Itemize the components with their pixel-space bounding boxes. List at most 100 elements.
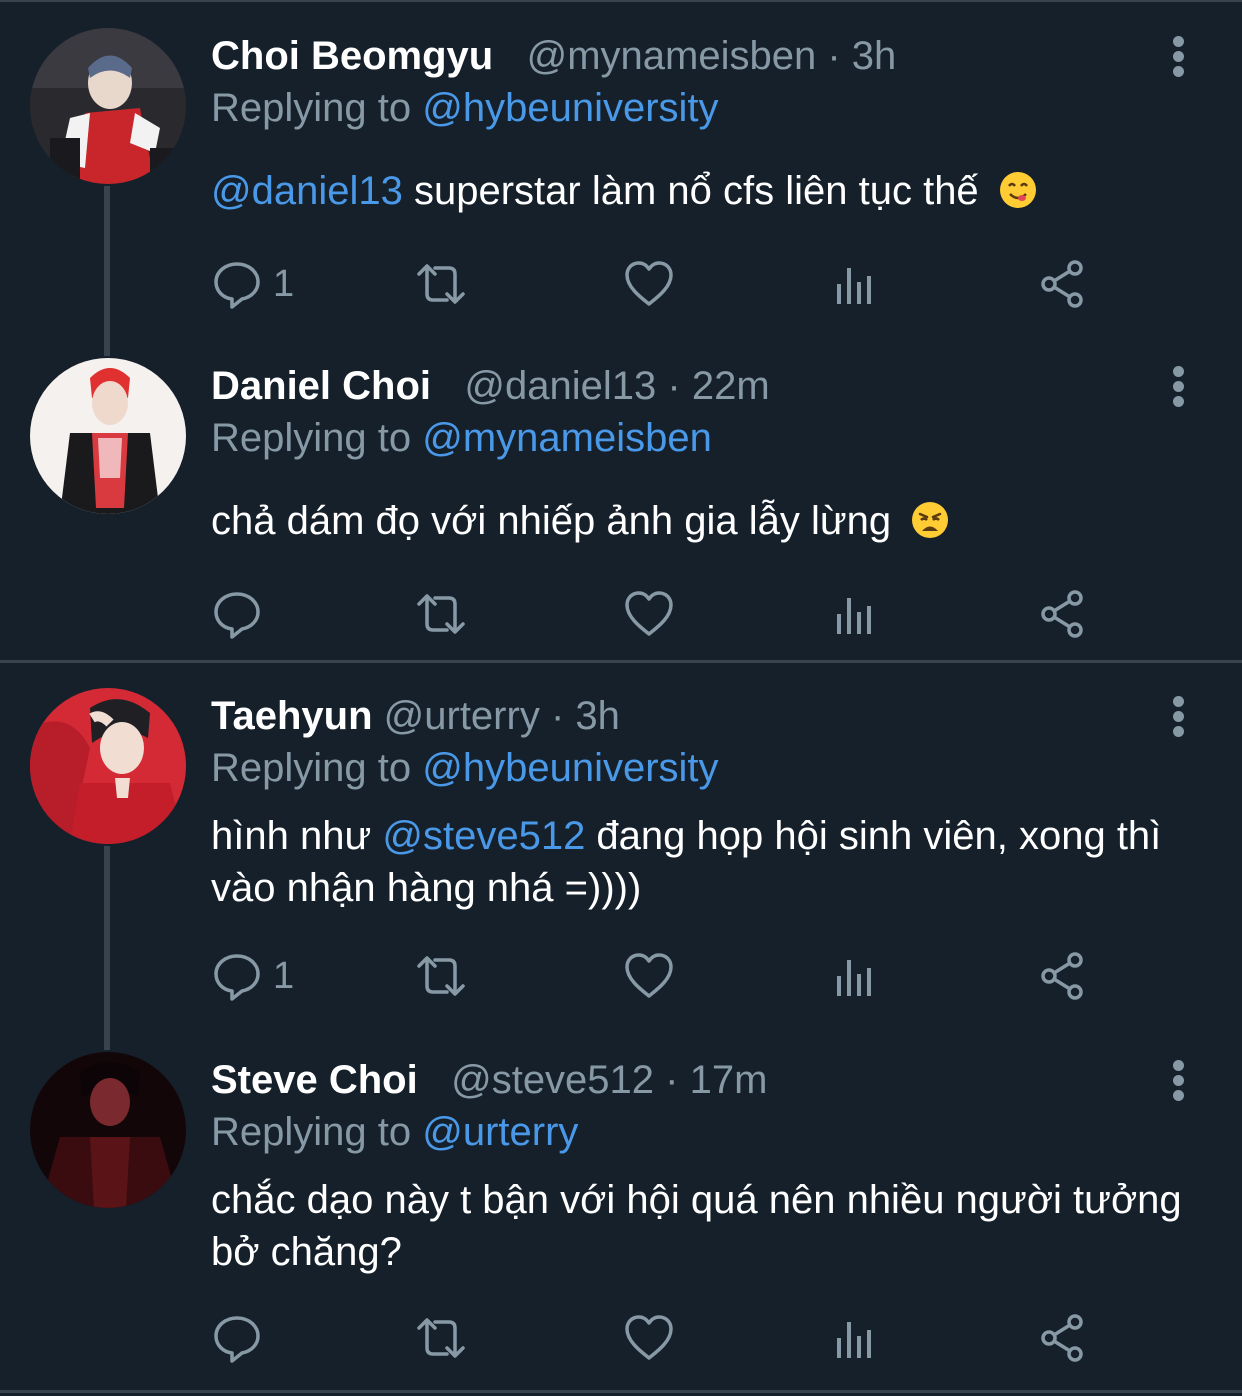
retweet-button[interactable] (415, 254, 467, 314)
like-button[interactable] (623, 946, 675, 1006)
reply-button[interactable]: 1 (211, 254, 294, 314)
tweet-text: hình như @steve512 đang họp hội sinh viê… (211, 810, 1211, 914)
replying-to: Replying to @urterry (211, 1106, 578, 1158)
tweet-header: Taehyun @urterry · 3h (211, 690, 620, 742)
more-icon[interactable] (1168, 696, 1190, 737)
display-name[interactable]: Daniel Choi (211, 364, 431, 408)
retweet-button[interactable] (415, 946, 467, 1006)
more-icon[interactable] (1168, 366, 1190, 407)
share-button[interactable] (1037, 584, 1089, 644)
replying-to: Replying to @hybeuniversity (211, 82, 719, 134)
retweet-button[interactable] (415, 1308, 467, 1368)
display-name[interactable]: Taehyun (211, 694, 373, 738)
tweet-text: @daniel13 superstar làm nổ cfs liên tục … (211, 165, 1211, 217)
like-icon (625, 261, 673, 306)
analytics-button[interactable] (831, 946, 883, 1006)
display-name[interactable]: Choi Beomgyu (211, 34, 493, 78)
replying-to: Replying to @hybeuniversity (211, 742, 719, 794)
separator-dot: · (665, 1058, 679, 1102)
user-handle[interactable]: @daniel13 (464, 364, 656, 408)
share-button[interactable] (1037, 254, 1089, 314)
like-icon (625, 953, 673, 998)
retweet-icon (417, 956, 465, 996)
like-icon (625, 591, 673, 636)
tweet-text-before: hình như (211, 814, 383, 858)
bottom-divider (0, 1390, 1242, 1393)
tweet-actions: 1 (211, 254, 1111, 314)
share-icon (1041, 590, 1083, 638)
replying-to: Replying to @mynameisben (211, 412, 712, 464)
avatar-image (30, 688, 186, 844)
replying-to-mention[interactable]: @urterry (422, 1110, 578, 1154)
share-button[interactable] (1037, 1308, 1089, 1368)
tweet-text-content: chắc dạo này t bận với hội quá nên nhiều… (211, 1178, 1182, 1274)
user-handle[interactable]: @steve512 (451, 1058, 654, 1102)
retweet-icon (417, 264, 465, 304)
analytics-button[interactable] (831, 584, 883, 644)
tweet-header: Steve Choi @steve512 · 17m (211, 1054, 767, 1106)
tweet-3[interactable]: Taehyun @urterry · 3h Replying to @hybeu… (0, 660, 1242, 1050)
user-handle[interactable]: @mynameisben (527, 34, 817, 78)
like-button[interactable] (623, 1308, 675, 1368)
replying-to-label: Replying to (211, 1110, 412, 1154)
avatar-taehyun[interactable] (30, 688, 186, 844)
share-icon (1041, 1314, 1083, 1362)
reply-icon (214, 592, 260, 639)
weary-face-emoji (912, 502, 949, 538)
tweet-actions (211, 584, 1111, 644)
timestamp[interactable]: 3h (852, 34, 897, 78)
retweet-button[interactable] (415, 584, 467, 644)
reply-button[interactable] (211, 1308, 273, 1368)
replying-to-mention[interactable]: @hybeuniversity (422, 86, 718, 130)
tweet-1[interactable]: Choi Beomgyu @mynameisben · 3h Replying … (0, 0, 1242, 356)
mention-link[interactable]: @steve512 (382, 814, 585, 858)
avatar-image (30, 358, 186, 514)
reply-count: 1 (273, 262, 295, 305)
replying-to-label: Replying to (211, 416, 412, 460)
share-icon (1041, 952, 1083, 1000)
analytics-icon (837, 960, 871, 996)
tweet-header: Choi Beomgyu @mynameisben · 3h (211, 30, 896, 82)
like-button[interactable] (623, 584, 675, 644)
more-icon[interactable] (1168, 36, 1190, 77)
timestamp[interactable]: 22m (692, 364, 770, 408)
replying-to-label: Replying to (211, 746, 412, 790)
mention-link[interactable]: @daniel13 (211, 169, 403, 213)
tweet-header: Daniel Choi @daniel13 · 22m (211, 360, 770, 412)
display-name[interactable]: Steve Choi (211, 1058, 418, 1102)
reply-button[interactable] (211, 584, 273, 644)
tweet-4[interactable]: Steve Choi @steve512 · 17m Replying to @… (0, 1024, 1242, 1388)
tweet-text: chắc dạo này t bận với hội quá nên nhiều… (211, 1174, 1211, 1278)
tweet-actions: 1 (211, 946, 1111, 1006)
user-handle[interactable]: @urterry (384, 694, 540, 738)
separator-dot: · (667, 364, 681, 408)
reply-button[interactable]: 1 (211, 946, 294, 1006)
reply-icon (214, 954, 260, 1001)
reply-icon (214, 1316, 260, 1363)
timestamp[interactable]: 3h (575, 694, 620, 738)
tweet-2[interactable]: Daniel Choi @daniel13 · 22m Replying to … (0, 330, 1242, 660)
avatar-image (30, 28, 186, 184)
separator-dot: · (827, 34, 841, 78)
like-button[interactable] (623, 254, 675, 314)
replying-to-label: Replying to (211, 86, 412, 130)
like-icon (625, 1315, 673, 1360)
more-icon[interactable] (1168, 1060, 1190, 1101)
separator-dot: · (550, 694, 565, 738)
avatar-daniel-choi[interactable] (30, 358, 186, 514)
tweet-text-content: superstar làm nổ cfs liên tục thế (402, 169, 979, 213)
retweet-icon (417, 594, 465, 634)
avatar-choi-beomgyu[interactable] (30, 28, 186, 184)
replying-to-mention[interactable]: @mynameisben (422, 416, 712, 460)
reply-count: 1 (273, 954, 295, 997)
tweet-text-content: chả dám đọ với nhiếp ảnh gia lẫy lừng (211, 499, 892, 543)
avatar-steve-choi[interactable] (30, 1052, 186, 1208)
share-button[interactable] (1037, 946, 1089, 1006)
retweet-icon (417, 1318, 465, 1358)
timestamp[interactable]: 17m (690, 1058, 768, 1102)
analytics-icon (837, 268, 871, 304)
analytics-button[interactable] (831, 254, 883, 314)
analytics-button[interactable] (831, 1308, 883, 1368)
replying-to-mention[interactable]: @hybeuniversity (422, 746, 718, 790)
analytics-icon (837, 598, 871, 634)
